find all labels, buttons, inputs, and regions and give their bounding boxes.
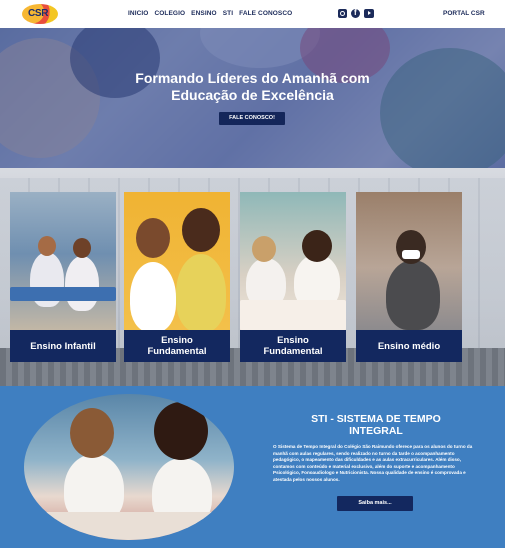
kid-head (73, 238, 91, 258)
hero-title: Formando Líderes do Amanhã com Educação … (135, 70, 370, 103)
level-card-label: Ensino Fundamental (124, 330, 230, 362)
csr-logo[interactable]: CSR (22, 4, 60, 24)
social-links (338, 8, 374, 18)
kid-figure (176, 254, 226, 332)
level-card-photo (240, 192, 346, 330)
site-header: CSR INICIO COLEGIO ENSINO STI FALE CONOS… (0, 0, 505, 28)
nav-item-sti[interactable]: STI (223, 10, 233, 17)
education-levels: Ensino Infantil Ensino Fundamental Ensin… (0, 168, 505, 386)
level-card-medio[interactable]: Ensino médio (356, 192, 462, 362)
level-card-infantil[interactable]: Ensino Infantil (10, 192, 116, 362)
nav-item-ensino[interactable]: ENSINO (191, 10, 217, 17)
level-card-label: Ensino médio (356, 330, 462, 362)
kid-figure (240, 300, 346, 330)
sti-title: STI - SISTEMA DE TEMPO INTEGRAL (311, 413, 441, 437)
sti-section: STI - SISTEMA DE TEMPO INTEGRAL O Sistem… (0, 386, 505, 548)
level-card-label: Ensino Fundamental (240, 330, 346, 362)
main-nav: INICIO COLEGIO ENSINO STI FALE CONOSCO (128, 10, 292, 17)
kid-head (136, 218, 170, 258)
facebook-icon[interactable] (351, 8, 360, 18)
sti-photo (24, 394, 234, 540)
kid-figure (10, 287, 116, 301)
hero-banner: Formando Líderes do Amanhã com Educação … (0, 28, 505, 168)
level-card-label: Ensino Infantil (10, 330, 116, 362)
kid-figure (402, 250, 420, 259)
kid-head (70, 408, 114, 458)
kid-head (154, 402, 208, 460)
youtube-icon[interactable] (364, 9, 374, 18)
level-card-photo (10, 192, 116, 330)
level-card-photo (124, 192, 230, 332)
kid-figure (24, 512, 234, 540)
kid-head (182, 208, 220, 252)
nav-item-fale-conosco[interactable]: FALE CONOSCO (239, 10, 292, 17)
portal-csr-link[interactable]: PORTAL CSR (443, 10, 485, 17)
logo-text: CSR (28, 8, 49, 19)
nav-item-inicio[interactable]: INICIO (128, 10, 148, 17)
sti-description: O Sistema de Tempo Integral do Colégio S… (273, 444, 473, 482)
nav-item-colegio[interactable]: COLEGIO (154, 10, 185, 17)
kid-head (38, 236, 56, 256)
fale-conosco-button[interactable]: FALE CONOSCO! (219, 112, 285, 125)
kid-figure (130, 262, 176, 332)
level-card-fundamental-2[interactable]: Ensino Fundamental (240, 192, 346, 362)
kid-head (302, 230, 332, 262)
kid-figure (386, 260, 440, 330)
saiba-mais-button[interactable]: Saiba mais... (337, 496, 413, 511)
kid-head (252, 236, 276, 262)
kid-figure (65, 256, 99, 311)
level-card-fundamental-1[interactable]: Ensino Fundamental (124, 192, 230, 362)
level-card-photo (356, 192, 462, 330)
instagram-icon[interactable] (338, 9, 347, 18)
